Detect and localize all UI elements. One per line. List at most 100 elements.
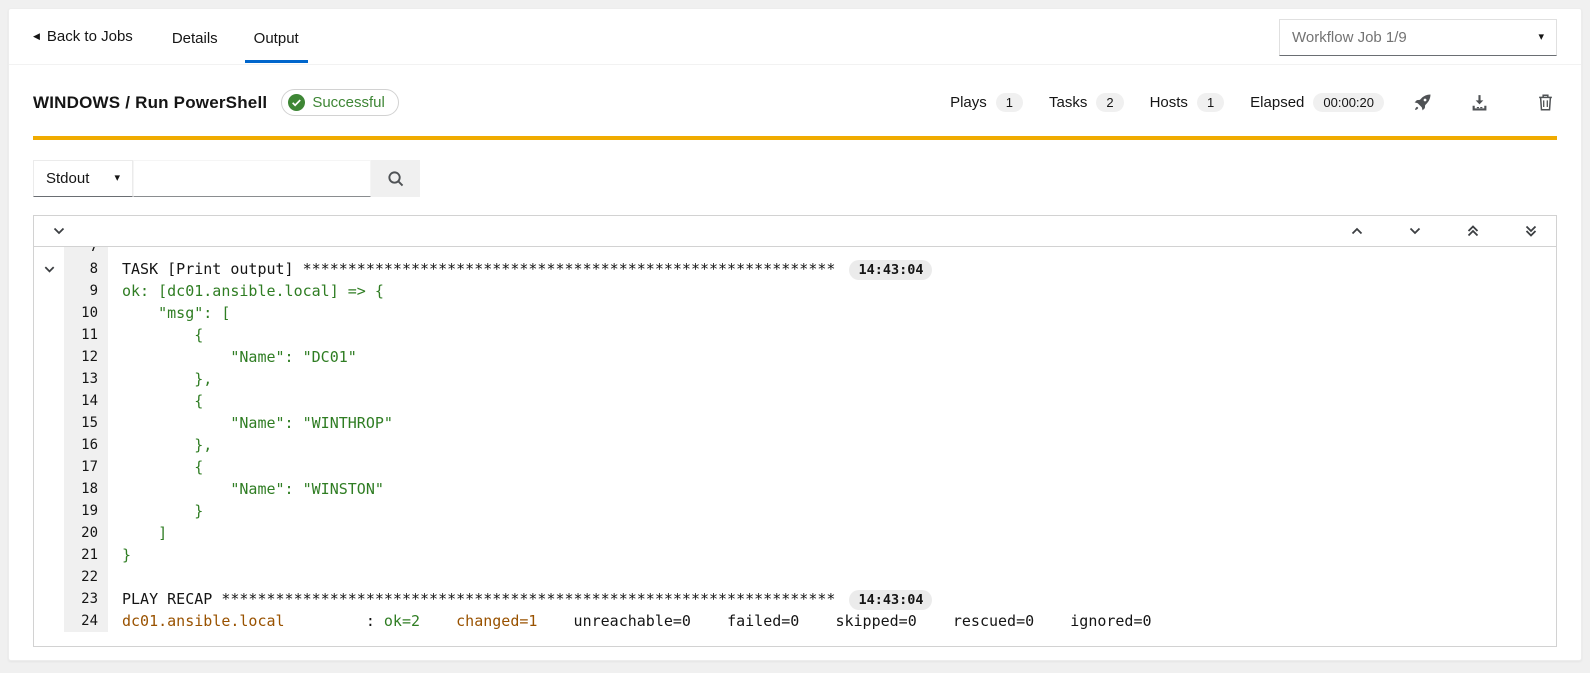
- relaunch-button[interactable]: [1410, 90, 1435, 115]
- double-chevron-up-icon: [1466, 224, 1480, 238]
- log-arrow-gutter: [34, 566, 64, 588]
- delete-job-button[interactable]: [1534, 90, 1557, 115]
- stdout-log: 78TASK [Print output] ******************…: [34, 247, 1556, 646]
- log-line-text: PLAY RECAP *****************************…: [108, 588, 1556, 610]
- stat-tasks: Tasks 2: [1049, 93, 1124, 112]
- log-line-text: }: [108, 544, 1556, 566]
- trash-icon: [1538, 94, 1553, 111]
- job-stats: Plays 1 Tasks 2 Hosts 1 Elapsed 00:00:20: [950, 90, 1557, 115]
- log-arrow-gutter: [34, 522, 64, 544]
- scroll-first-button[interactable]: [1462, 222, 1484, 240]
- log-arrow-gutter: [34, 368, 64, 390]
- line-number: 16: [64, 434, 108, 456]
- stat-count: 2: [1096, 93, 1123, 112]
- line-number: 14: [64, 390, 108, 412]
- log-line-text: TASK [Print output] ********************…: [108, 258, 1556, 280]
- log-line-text: "Name": "WINSTON": [108, 478, 1556, 500]
- line-number: 13: [64, 368, 108, 390]
- stat-label: Hosts: [1150, 94, 1188, 111]
- back-to-jobs-link[interactable]: ◀ Back to Jobs: [33, 28, 133, 45]
- log-line-text: dc01.ansible.local : ok=2 changed=1 unre…: [108, 610, 1556, 632]
- log-line-text: "msg": [: [108, 302, 1556, 324]
- back-caret-icon: ◀: [33, 32, 40, 41]
- search-icon: [387, 170, 405, 188]
- download-output-button[interactable]: [1467, 90, 1492, 115]
- stdout-filter-value: Stdout: [46, 170, 89, 187]
- log-arrow-gutter: [34, 456, 64, 478]
- log-line-15: 15 "Name": "WINTHROP": [34, 412, 1556, 434]
- output-panel: 78TASK [Print output] ******************…: [33, 215, 1557, 647]
- line-number: 11: [64, 324, 108, 346]
- line-number: 7: [64, 247, 108, 258]
- log-arrow-gutter: [34, 280, 64, 302]
- status-badge[interactable]: Successful: [281, 89, 399, 116]
- page-title: WINDOWS / Run PowerShell: [33, 93, 267, 113]
- line-number: 17: [64, 456, 108, 478]
- log-line-text: {: [108, 456, 1556, 478]
- log-line-21: 21}: [34, 544, 1556, 566]
- chevron-down-icon: ▾: [114, 173, 120, 184]
- log-line-text: [108, 566, 1556, 588]
- task-collapse-toggle[interactable]: [34, 258, 64, 280]
- stat-plays: Plays 1: [950, 93, 1023, 112]
- collapse-task-icon[interactable]: [43, 263, 56, 276]
- log-line-22: 22: [34, 566, 1556, 588]
- timestamp-badge: 14:43:04: [849, 260, 932, 280]
- log-line-9: 9ok: [dc01.ansible.local] => {: [34, 280, 1556, 302]
- log-arrow-gutter: [34, 412, 64, 434]
- workflow-job-select[interactable]: Workflow Job 1/9 ▾: [1279, 19, 1557, 56]
- stat-elapsed: Elapsed 00:00:20: [1250, 93, 1384, 112]
- log-arrow-gutter: [34, 324, 64, 346]
- stdout-filter-select[interactable]: Stdout ▾: [33, 160, 133, 197]
- line-number: 9: [64, 280, 108, 302]
- output-toolbar: [34, 216, 1556, 247]
- tab-details[interactable]: Details: [163, 11, 227, 63]
- log-line-14: 14 {: [34, 390, 1556, 412]
- line-number: 8: [64, 258, 108, 280]
- download-icon: [1471, 94, 1488, 111]
- search-input[interactable]: [133, 160, 371, 197]
- stat-count: 1: [996, 93, 1023, 112]
- log-arrow-gutter: [34, 588, 64, 610]
- check-circle-icon: [288, 94, 305, 111]
- log-line-text: }: [108, 500, 1556, 522]
- line-number: 20: [64, 522, 108, 544]
- log-line-text: ok: [dc01.ansible.local] => {: [108, 280, 1556, 302]
- tab-output[interactable]: Output: [245, 11, 308, 63]
- log-line-17: 17 {: [34, 456, 1556, 478]
- line-number: 10: [64, 302, 108, 324]
- stat-label: Plays: [950, 94, 987, 111]
- scroll-previous-button[interactable]: [1346, 222, 1368, 240]
- log-line-12: 12 "Name": "DC01": [34, 346, 1556, 368]
- tabs-row: ◀ Back to Jobs Details Output Workflow J…: [9, 9, 1581, 65]
- title-row: WINDOWS / Run PowerShell Successful Play…: [9, 65, 1581, 136]
- chevron-down-icon: ▾: [1538, 32, 1544, 43]
- log-line-text: },: [108, 434, 1556, 456]
- log-line-19: 19 }: [34, 500, 1556, 522]
- log-arrow-gutter: [34, 346, 64, 368]
- scroll-next-button[interactable]: [1404, 222, 1426, 240]
- rocket-icon: [1414, 94, 1431, 111]
- search-button[interactable]: [371, 160, 420, 197]
- line-number: 12: [64, 346, 108, 368]
- line-number: 21: [64, 544, 108, 566]
- back-to-jobs-label: Back to Jobs: [47, 28, 133, 45]
- collapse-all-button[interactable]: [48, 222, 70, 240]
- log-line-18: 18 "Name": "WINSTON": [34, 478, 1556, 500]
- status-label: Successful: [312, 94, 385, 111]
- log-line-16: 16 },: [34, 434, 1556, 456]
- line-number: 22: [64, 566, 108, 588]
- line-number: 18: [64, 478, 108, 500]
- elapsed-time: 00:00:20: [1313, 93, 1384, 112]
- log-arrow-gutter: [34, 478, 64, 500]
- log-line-text: {: [108, 324, 1556, 346]
- stat-count: 1: [1197, 93, 1224, 112]
- stat-label: Elapsed: [1250, 94, 1304, 111]
- chevron-down-icon: [1408, 224, 1422, 238]
- log-line-20: 20 ]: [34, 522, 1556, 544]
- chevron-down-icon: [52, 224, 66, 238]
- line-number: 15: [64, 412, 108, 434]
- scroll-last-button[interactable]: [1520, 222, 1542, 240]
- log-arrow-gutter: [34, 610, 64, 632]
- line-number: 24: [64, 610, 108, 632]
